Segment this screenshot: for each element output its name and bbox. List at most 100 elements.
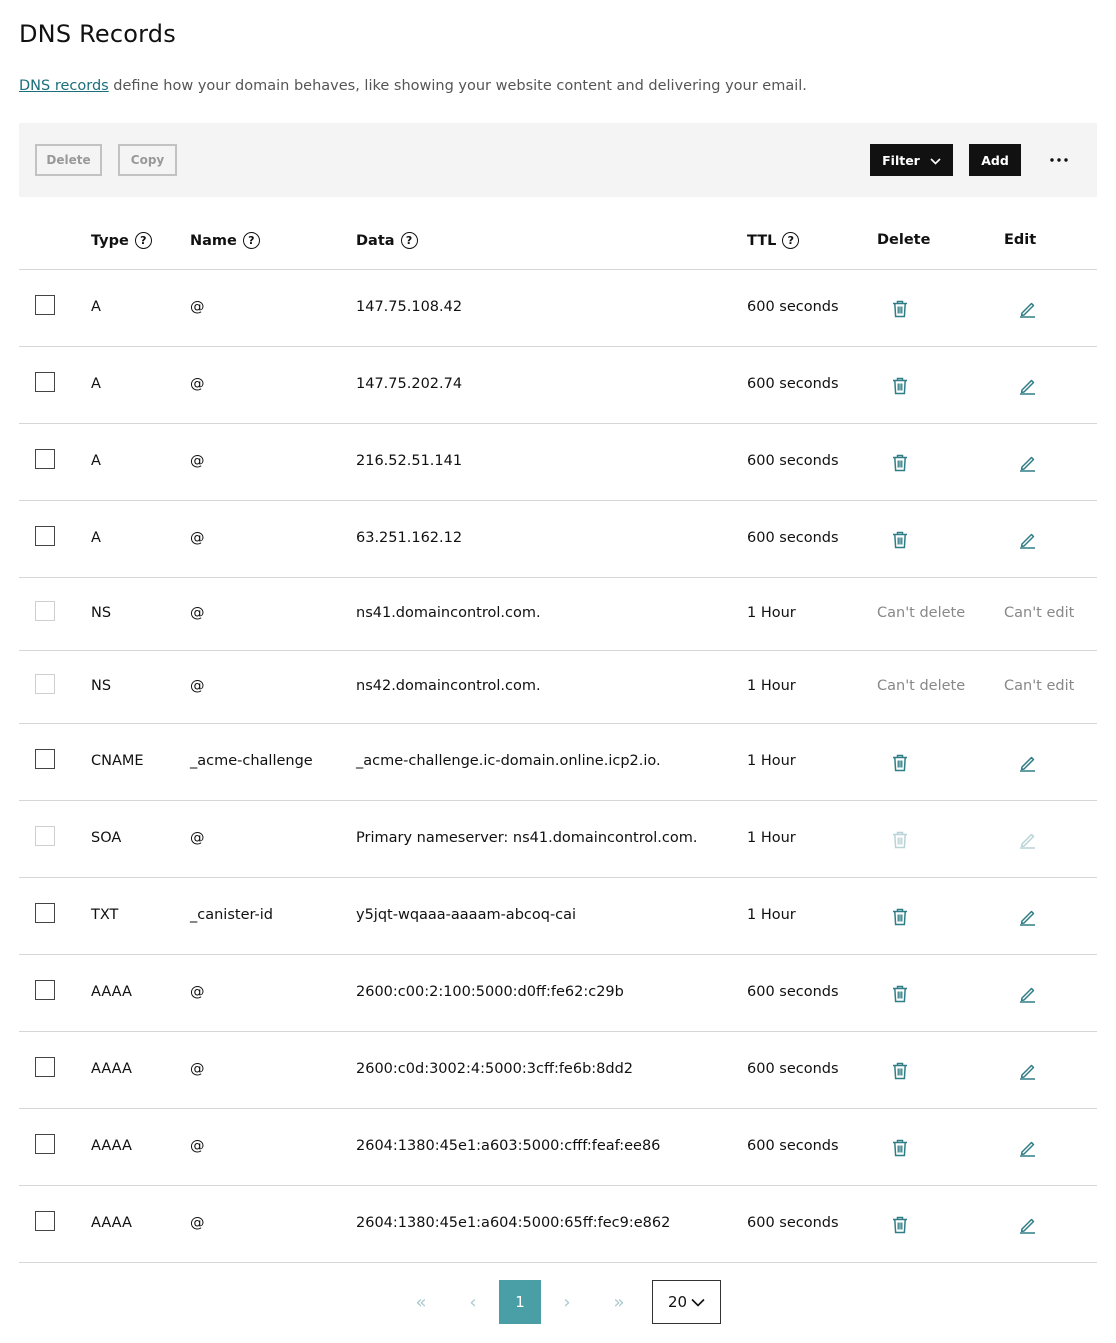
- filter-button[interactable]: Filter: [870, 144, 953, 176]
- trash-icon[interactable]: [890, 376, 910, 396]
- more-icon[interactable]: [1045, 151, 1073, 169]
- pencil-icon[interactable]: [1017, 753, 1037, 773]
- record-name: @: [190, 376, 205, 392]
- type-header-label: Type: [91, 232, 129, 249]
- pencil-icon[interactable]: [1017, 299, 1037, 319]
- table-row: AAAA @2600:c0d:3002:4:5000:3cff:fe6b:8dd2…: [19, 1032, 1097, 1109]
- record-type: AAAA: [91, 1215, 132, 1231]
- table-row: CNAME _acme-challenge _acme-challenge.ic-d…: [19, 724, 1097, 801]
- record-type: AAAA: [91, 984, 132, 1000]
- record-type: A: [91, 453, 101, 469]
- table-header: Type ? Name ? Data ? TTL ? Delete Edit: [19, 212, 1097, 270]
- row-checkbox[interactable]: [35, 1211, 55, 1231]
- last-page-icon[interactable]: »: [608, 1280, 630, 1324]
- row-checkbox: [35, 674, 55, 694]
- record-name: @: [190, 530, 205, 546]
- table-row: NS @ ns41.domaincontrol.com. 1 Hour Can't de…: [19, 578, 1097, 651]
- record-type: TXT: [91, 907, 119, 923]
- pencil-icon[interactable]: [1017, 984, 1037, 1004]
- record-ttl: 600 seconds: [747, 1215, 839, 1231]
- table-row: AAAA @2604:1380:45e1:a604:5000:65ff:fec9:…: [19, 1186, 1097, 1263]
- row-checkbox[interactable]: [35, 449, 55, 469]
- record-type: AAAA: [91, 1061, 132, 1077]
- cant-delete-text: Can't delete: [877, 678, 966, 694]
- records-table: A @147.75.108.42 600 seconds A @147.75.202.7…: [19, 270, 1097, 1263]
- chevron-down-icon: [930, 153, 941, 168]
- help-icon[interactable]: ?: [242, 232, 260, 249]
- trash-icon[interactable]: [890, 1061, 910, 1081]
- row-checkbox[interactable]: [35, 903, 55, 923]
- record-name: @: [190, 1061, 205, 1077]
- current-page-button[interactable]: 1: [499, 1280, 541, 1324]
- data-header-label: Data: [356, 232, 395, 249]
- record-type: A: [91, 376, 101, 392]
- row-checkbox[interactable]: [35, 1057, 55, 1077]
- delete-column-header: Delete: [877, 232, 931, 248]
- record-type: SOA: [91, 830, 122, 846]
- help-icon[interactable]: ?: [400, 232, 418, 249]
- record-name: @: [190, 830, 205, 846]
- record-data: 216.52.51.141: [356, 453, 463, 469]
- record-data: 2600:c0d:3002:4:5000:3cff:fe6b:8dd2: [356, 1061, 634, 1077]
- dns-records-link[interactable]: DNS records: [19, 78, 109, 94]
- record-name: @: [190, 1138, 205, 1154]
- edit-column-header: Edit: [1004, 232, 1037, 248]
- record-data: 147.75.108.42: [356, 299, 463, 315]
- help-icon[interactable]: ?: [782, 232, 800, 249]
- record-name: @: [190, 299, 205, 315]
- row-checkbox[interactable]: [35, 749, 55, 769]
- record-type: AAAA: [91, 1138, 132, 1154]
- pencil-icon[interactable]: [1017, 453, 1037, 473]
- pencil-icon[interactable]: [1017, 907, 1037, 927]
- trash-icon[interactable]: [890, 907, 910, 927]
- trash-icon[interactable]: [890, 299, 910, 319]
- pencil-icon[interactable]: [1017, 1061, 1037, 1081]
- record-ttl: 600 seconds: [747, 376, 839, 392]
- ttl-header-label: TTL: [747, 232, 777, 249]
- trash-icon: [890, 830, 910, 850]
- pencil-icon[interactable]: [1017, 376, 1037, 396]
- page-size-select[interactable]: 20: [652, 1280, 721, 1324]
- trash-icon[interactable]: [890, 530, 910, 550]
- page-intro: DNS records define how your domain behav…: [19, 78, 807, 94]
- record-data: _acme-challenge.ic-domain.online.icp2.io…: [356, 753, 661, 769]
- row-checkbox[interactable]: [35, 980, 55, 1000]
- row-checkbox[interactable]: [35, 1134, 55, 1154]
- row-checkbox[interactable]: [35, 372, 55, 392]
- row-checkbox[interactable]: [35, 526, 55, 546]
- first-page-icon[interactable]: «: [410, 1280, 432, 1324]
- pencil-icon[interactable]: [1017, 530, 1037, 550]
- add-record-button[interactable]: Add: [969, 144, 1021, 176]
- table-row: A @63.251.162.12 600 seconds: [19, 501, 1097, 578]
- name-column-header: Name ?: [190, 232, 260, 249]
- table-row: SOA @ Primary nameserver: ns41.domaincontr…: [19, 801, 1097, 878]
- record-name: _acme-challenge: [190, 753, 313, 769]
- record-data: ns41.domaincontrol.com.: [356, 605, 541, 621]
- record-name: @: [190, 678, 205, 694]
- pencil-icon[interactable]: [1017, 1215, 1037, 1235]
- trash-icon[interactable]: [890, 753, 910, 773]
- record-ttl: 600 seconds: [747, 453, 839, 469]
- delete-selected-button[interactable]: Delete: [35, 144, 102, 176]
- trash-icon[interactable]: [890, 984, 910, 1004]
- record-data: 2600:c00:2:100:5000:d0ff:fe62:c29b: [356, 984, 624, 1000]
- trash-icon[interactable]: [890, 1215, 910, 1235]
- trash-icon[interactable]: [890, 453, 910, 473]
- trash-icon[interactable]: [890, 1138, 910, 1158]
- next-page-icon[interactable]: ›: [558, 1280, 576, 1324]
- pencil-icon: [1017, 830, 1037, 850]
- record-ttl: 1 Hour: [747, 753, 796, 769]
- copy-selected-button[interactable]: Copy: [118, 144, 177, 176]
- page-size-value: 20: [667, 1293, 688, 1311]
- record-data: ns42.domaincontrol.com.: [356, 678, 541, 694]
- intro-text: define how your domain behaves, like sho…: [108, 78, 807, 94]
- record-name: _canister-id: [190, 907, 273, 923]
- toolbar: Delete Copy Filter Add: [19, 123, 1097, 197]
- record-name: @: [190, 605, 205, 621]
- pencil-icon[interactable]: [1017, 1138, 1037, 1158]
- table-row: A @147.75.108.42 600 seconds: [19, 270, 1097, 347]
- help-icon[interactable]: ?: [134, 232, 152, 249]
- record-type: A: [91, 530, 101, 546]
- prev-page-icon[interactable]: ‹: [464, 1280, 482, 1324]
- row-checkbox[interactable]: [35, 295, 55, 315]
